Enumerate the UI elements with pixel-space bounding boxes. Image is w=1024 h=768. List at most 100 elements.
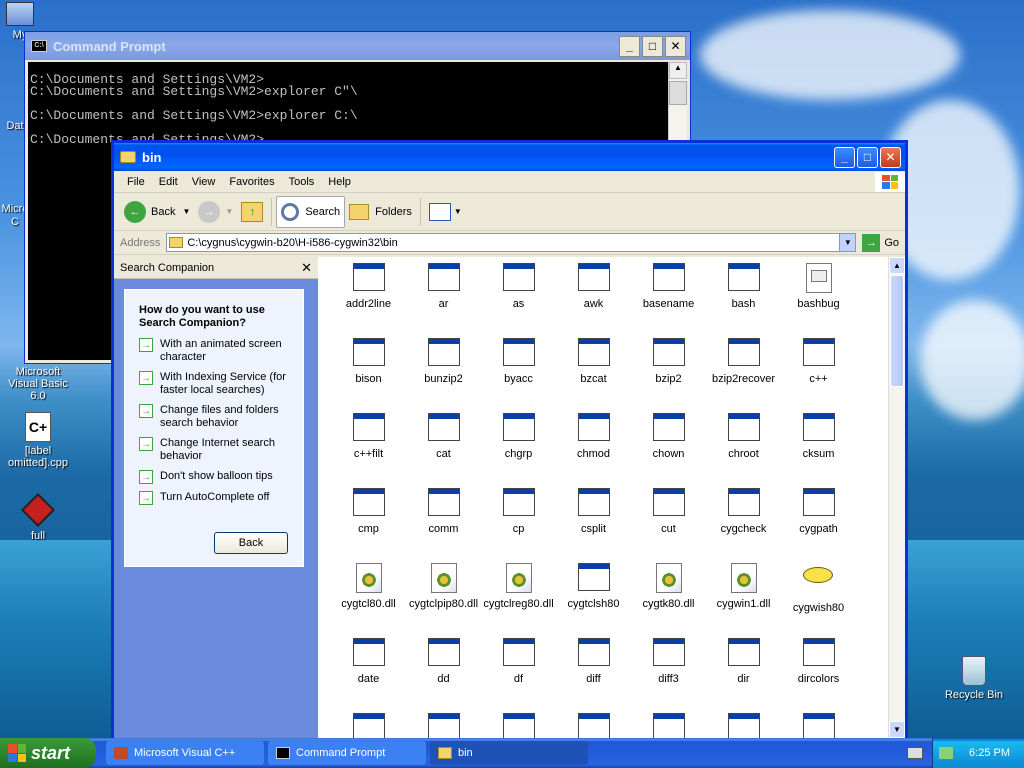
companion-option[interactable]: → With Indexing Service (for faster local… bbox=[139, 371, 293, 397]
file-item[interactable]: comm bbox=[406, 482, 481, 557]
file-item[interactable]: bzcat bbox=[556, 332, 631, 407]
file-item[interactable] bbox=[556, 707, 631, 738]
file-item[interactable] bbox=[706, 707, 781, 738]
file-item[interactable]: awk bbox=[556, 257, 631, 332]
file-item[interactable]: diff3 bbox=[631, 632, 706, 707]
taskbar-item-bin[interactable]: bin bbox=[430, 741, 588, 765]
menu-file[interactable]: File bbox=[120, 176, 152, 188]
file-item[interactable]: cmp bbox=[331, 482, 406, 557]
file-item[interactable]: addr2line bbox=[331, 257, 406, 332]
file-item[interactable] bbox=[406, 707, 481, 738]
file-item[interactable]: chown bbox=[631, 407, 706, 482]
menu-help[interactable]: Help bbox=[321, 176, 358, 188]
scroll-down-arrow[interactable]: ▼ bbox=[889, 721, 905, 738]
file-item[interactable]: bashbug bbox=[781, 257, 856, 332]
file-item[interactable] bbox=[781, 707, 856, 738]
back-button[interactable]: ← Back ▼ bbox=[120, 196, 194, 228]
file-item[interactable]: basename bbox=[631, 257, 706, 332]
desktop-icon-cpp-file[interactable]: C+ [label omitted].cpp bbox=[0, 412, 76, 469]
cmd-close-button[interactable]: ✕ bbox=[665, 35, 686, 57]
menu-view[interactable]: View bbox=[185, 176, 223, 188]
go-button[interactable]: → Go bbox=[856, 233, 905, 252]
explorer-close-button[interactable]: ✕ bbox=[880, 146, 901, 168]
address-dropdown-button[interactable]: ▼ bbox=[839, 234, 856, 251]
cmd-scroll-thumb[interactable] bbox=[669, 81, 687, 105]
file-item[interactable]: bzip2 bbox=[631, 332, 706, 407]
file-item[interactable]: dir bbox=[706, 632, 781, 707]
file-item[interactable]: cygtcl80.dll bbox=[331, 557, 406, 632]
start-button[interactable]: start bbox=[0, 738, 96, 768]
clock[interactable]: 6:25 PM bbox=[969, 747, 1010, 759]
file-item[interactable]: dircolors bbox=[781, 632, 856, 707]
file-item[interactable]: dd bbox=[406, 632, 481, 707]
file-item[interactable]: c++filt bbox=[331, 407, 406, 482]
file-item[interactable]: cygcheck bbox=[706, 482, 781, 557]
companion-option[interactable]: → With an animated screen character bbox=[139, 338, 293, 364]
file-item[interactable]: cksum bbox=[781, 407, 856, 482]
file-item[interactable]: cygtk80.dll bbox=[631, 557, 706, 632]
views-button[interactable]: ▼ bbox=[425, 196, 466, 228]
file-item[interactable]: cp bbox=[481, 482, 556, 557]
file-item[interactable]: cygwish80 bbox=[781, 557, 856, 632]
menu-edit[interactable]: Edit bbox=[152, 176, 185, 188]
explorer-titlebar[interactable]: bin _ □ ✕ bbox=[114, 143, 905, 171]
file-item[interactable] bbox=[481, 707, 556, 738]
file-item[interactable]: bzip2recover bbox=[706, 332, 781, 407]
file-item[interactable]: ar bbox=[406, 257, 481, 332]
companion-option[interactable]: → Change files and folders search behavio… bbox=[139, 404, 293, 430]
close-icon[interactable]: ✕ bbox=[301, 260, 312, 276]
scroll-thumb[interactable] bbox=[890, 275, 904, 387]
file-item[interactable]: diff bbox=[556, 632, 631, 707]
file-item[interactable]: chgrp bbox=[481, 407, 556, 482]
file-item[interactable]: cygtclpip80.dll bbox=[406, 557, 481, 632]
cmd-maximize-button[interactable]: □ bbox=[642, 35, 663, 57]
file-item[interactable]: chmod bbox=[556, 407, 631, 482]
file-list-pane[interactable]: addr2line ar as awk basename bash bashbug bison… bbox=[318, 257, 888, 738]
forward-button[interactable]: → ▼ bbox=[194, 196, 237, 228]
file-item[interactable] bbox=[331, 707, 406, 738]
file-item[interactable]: byacc bbox=[481, 332, 556, 407]
taskbar-item-visual-cpp[interactable]: Microsoft Visual C++ bbox=[106, 741, 264, 765]
explorer-maximize-button[interactable]: □ bbox=[857, 146, 878, 168]
keyboard-icon[interactable] bbox=[907, 747, 923, 759]
menu-favorites[interactable]: Favorites bbox=[222, 176, 281, 188]
green-arrow-icon: → bbox=[139, 437, 153, 451]
file-item[interactable]: bunzip2 bbox=[406, 332, 481, 407]
file-item[interactable]: cygtclreg80.dll bbox=[481, 557, 556, 632]
desktop-icon-full[interactable]: full bbox=[0, 493, 76, 542]
file-item[interactable]: csplit bbox=[556, 482, 631, 557]
explorer-window[interactable]: bin _ □ ✕ File Edit View Favorites Tools… bbox=[111, 140, 908, 738]
scroll-up-arrow[interactable]: ▲ bbox=[889, 257, 905, 274]
file-item[interactable]: chroot bbox=[706, 407, 781, 482]
file-item[interactable]: cut bbox=[631, 482, 706, 557]
address-input[interactable]: C:\cygnus\cygwin-b20\H-i586-cygwin32\bin… bbox=[166, 233, 857, 252]
folders-button[interactable]: Folders bbox=[345, 196, 416, 228]
file-item[interactable]: c++ bbox=[781, 332, 856, 407]
taskbar-item-command-prompt[interactable]: Command Prompt bbox=[268, 741, 426, 765]
file-item[interactable]: bison bbox=[331, 332, 406, 407]
cmd-scroll-up-arrow[interactable]: ▲ bbox=[669, 62, 687, 79]
file-item[interactable]: bash bbox=[706, 257, 781, 332]
file-item[interactable]: cat bbox=[406, 407, 481, 482]
file-item[interactable] bbox=[631, 707, 706, 738]
desktop-icon-visual-basic[interactable]: Microsoft Visual Basic 6.0 bbox=[0, 366, 76, 402]
companion-back-button[interactable]: Back bbox=[214, 532, 288, 554]
menu-tools[interactable]: Tools bbox=[282, 176, 322, 188]
file-item[interactable]: date bbox=[331, 632, 406, 707]
companion-option[interactable]: → Don't show balloon tips bbox=[139, 470, 293, 484]
cmd-minimize-button[interactable]: _ bbox=[619, 35, 640, 57]
file-item[interactable]: as bbox=[481, 257, 556, 332]
network-icon[interactable] bbox=[939, 747, 954, 759]
file-item[interactable]: df bbox=[481, 632, 556, 707]
file-item[interactable]: cygwin1.dll bbox=[706, 557, 781, 632]
explorer-minimize-button[interactable]: _ bbox=[834, 146, 855, 168]
file-item[interactable]: cygtclsh80 bbox=[556, 557, 631, 632]
companion-option[interactable]: → Change Internet search behavior bbox=[139, 437, 293, 463]
desktop-icon-recycle-bin[interactable]: Recycle Bin bbox=[936, 656, 1012, 701]
command-prompt-titlebar[interactable]: C:\ Command Prompt _ □ ✕ bbox=[25, 32, 690, 60]
file-pane-scrollbar[interactable]: ▲ ▼ bbox=[888, 257, 905, 738]
search-button[interactable]: Search bbox=[276, 195, 346, 228]
companion-option[interactable]: → Turn AutoComplete off bbox=[139, 491, 293, 505]
up-folder-button[interactable]: ↑ bbox=[237, 196, 267, 228]
file-item[interactable]: cygpath bbox=[781, 482, 856, 557]
